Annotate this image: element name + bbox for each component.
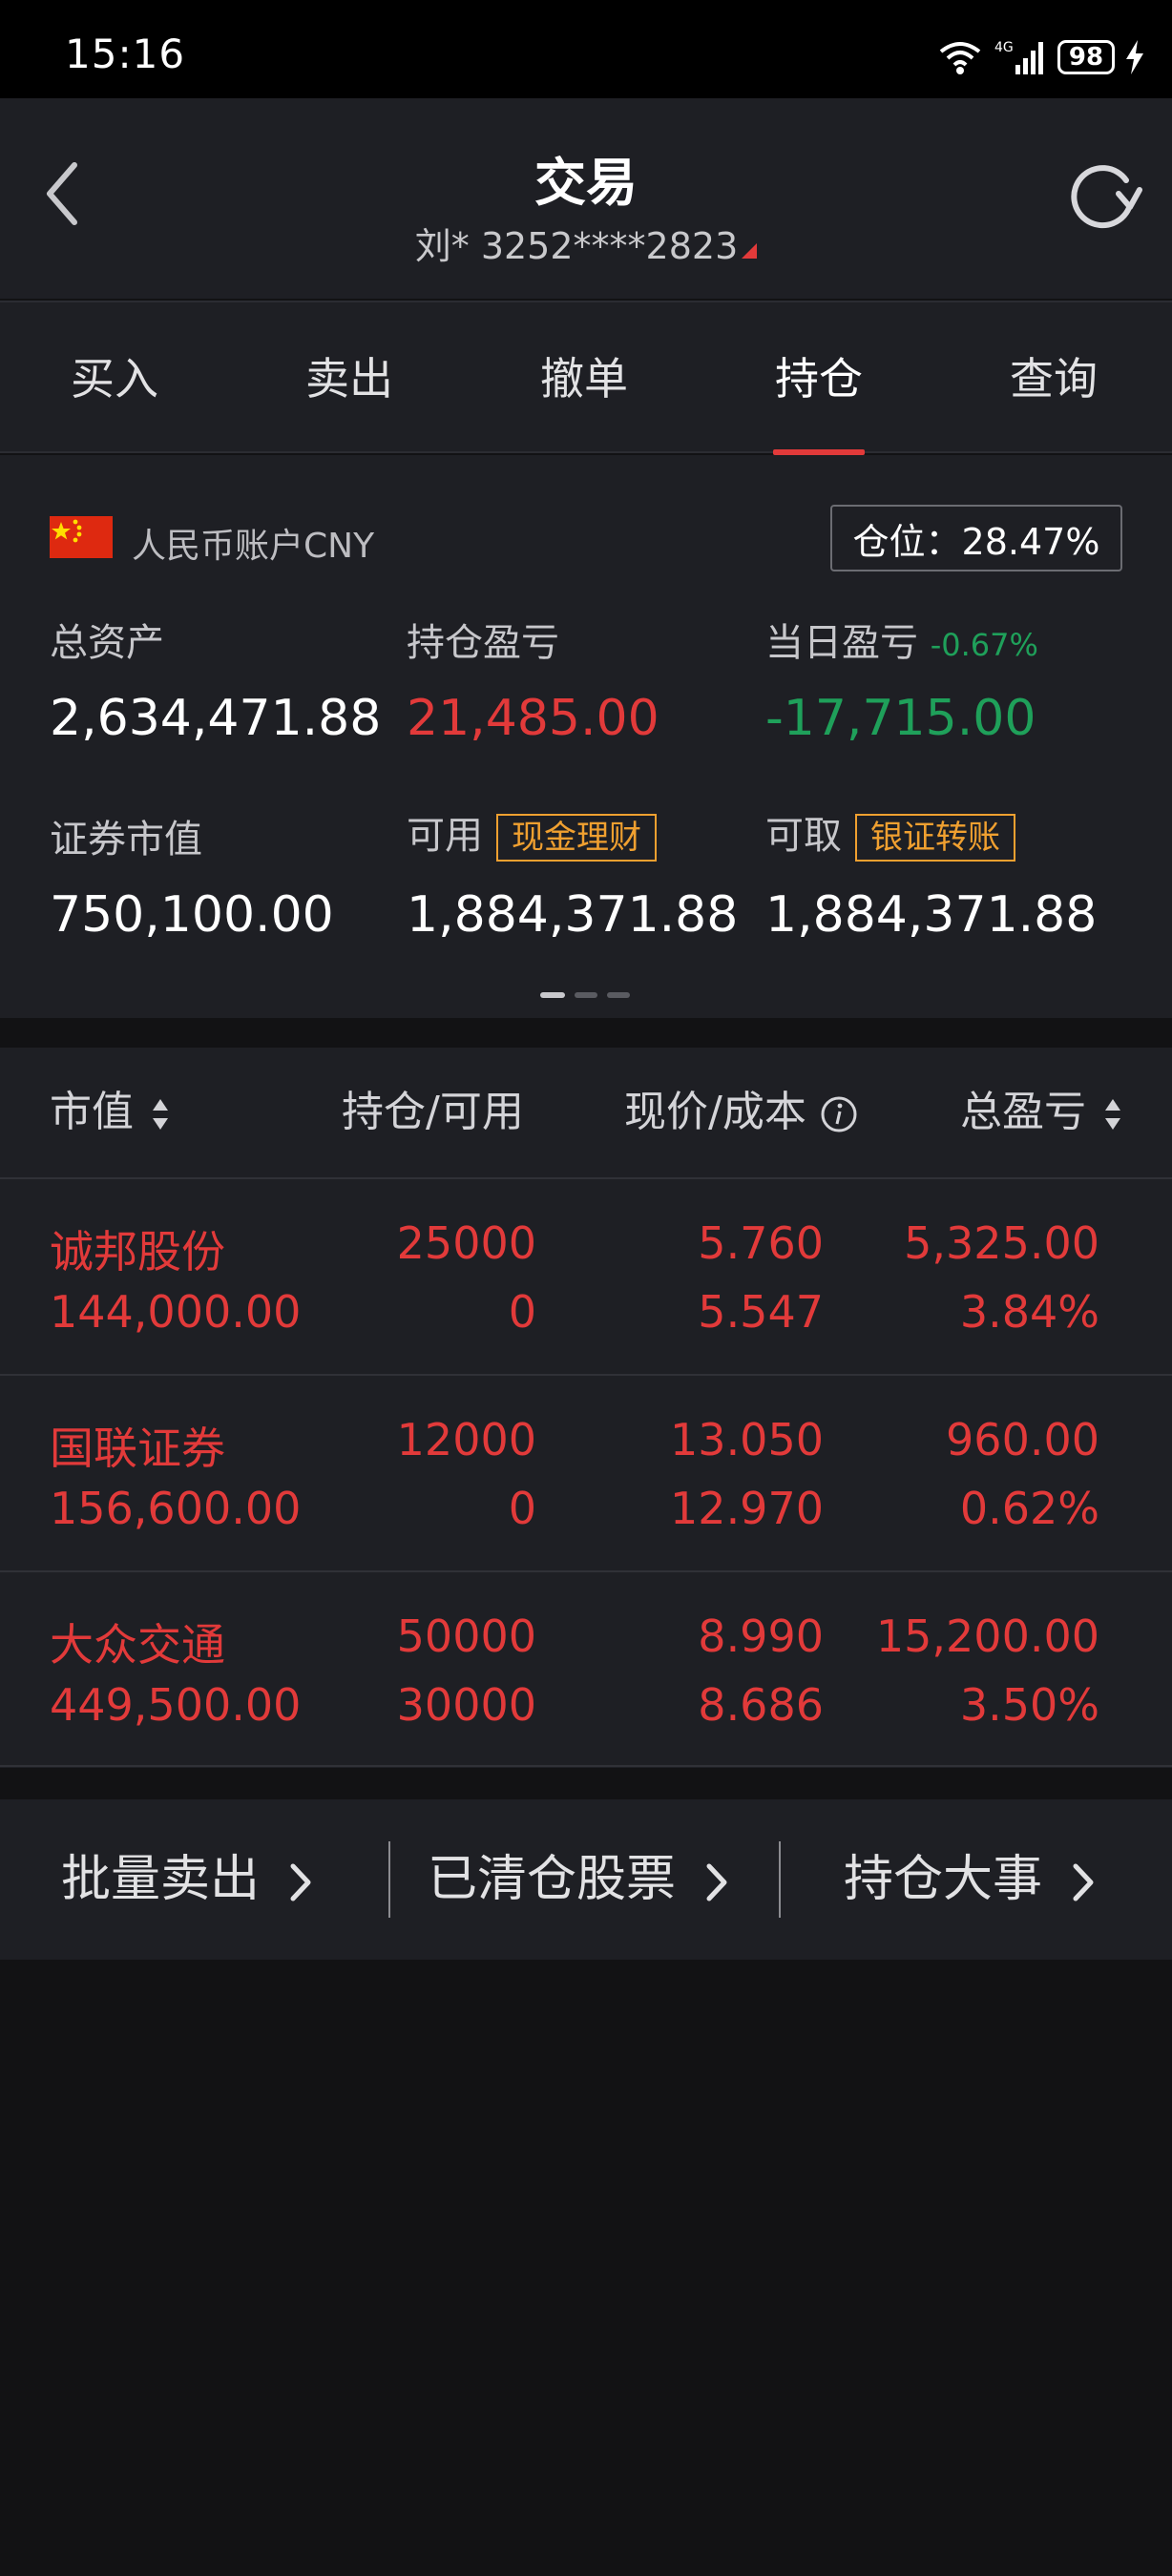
cleared-stocks-button[interactable]: 已清仓股票: [428, 1799, 736, 1960]
table-row[interactable]: 大众交通 449,500.00 50000 30000 8.990 8.686 …: [0, 1570, 1172, 1767]
tab-sell[interactable]: 卖出: [254, 302, 445, 455]
price-cost-header-label: 现价/成本: [624, 1088, 806, 1136]
total-pl-header-label: 总盈亏: [960, 1088, 1086, 1136]
holdings-table: 市值 持仓/可用 现价/成本 总盈亏 诚邦股份 144,000.00 25000…: [0, 1048, 1172, 1768]
daily-pl-value: -17,715.00: [765, 690, 1036, 747]
sort-icon: [1105, 1099, 1120, 1130]
divider: [388, 1841, 390, 1918]
tab-positions[interactable]: 持仓: [723, 302, 914, 455]
stock-available: 0: [508, 1286, 536, 1338]
chevron-right-icon: [1073, 1863, 1094, 1901]
total-assets-label: 总资产: [50, 621, 164, 665]
stock-market-value: 156,600.00: [50, 1483, 302, 1534]
stock-available: 30000: [396, 1679, 536, 1731]
stock-cost: 12.970: [670, 1483, 824, 1534]
info-icon[interactable]: [820, 1095, 858, 1133]
cellular-signal-icon: 4G: [994, 40, 1043, 74]
refresh-icon: [1071, 165, 1142, 229]
bottom-action-bar: 批量卖出 已清仓股票 持仓大事: [0, 1799, 1172, 1960]
stock-holding: 12000: [396, 1414, 536, 1465]
stock-name: 大众交通: [50, 1619, 225, 1671]
stock-market-value: 449,500.00: [50, 1679, 302, 1731]
status-icons: 4G 98: [937, 34, 1143, 80]
china-flag-icon: [50, 516, 113, 558]
daily-pl-percent: -0.67%: [930, 627, 1038, 663]
tab-buy[interactable]: 买入: [19, 302, 210, 455]
batch-sell-button[interactable]: 批量卖出: [61, 1799, 320, 1960]
stock-total-pl: 15,200.00: [875, 1610, 1099, 1662]
account-selector[interactable]: 刘* 3252****2823: [0, 217, 1172, 269]
tab-query[interactable]: 查询: [958, 302, 1149, 455]
stock-total-pl-percent: 3.84%: [959, 1286, 1099, 1338]
available-label: 可用: [407, 814, 483, 858]
page-title: 交易: [534, 153, 638, 213]
position-ratio-badge[interactable]: 仓位：28.47%: [830, 505, 1122, 571]
caret-down-icon: [742, 243, 758, 259]
stock-cost: 5.547: [698, 1286, 824, 1338]
refresh-button[interactable]: [1061, 156, 1143, 238]
cleared-stocks-label: 已清仓股票: [428, 1851, 677, 1908]
chevron-right-icon: [290, 1863, 311, 1901]
table-row[interactable]: 国联证券 156,600.00 12000 0 13.050 12.970 96…: [0, 1374, 1172, 1570]
table-row[interactable]: 诚邦股份 144,000.00 25000 0 5.760 5.547 5,32…: [0, 1177, 1172, 1374]
daily-pl-label: 当日盈亏: [765, 621, 918, 665]
page-indicator-dot: [607, 992, 630, 998]
market-value-label: 证券市值: [50, 818, 202, 862]
stock-available: 0: [508, 1483, 536, 1534]
tab-cancel-order[interactable]: 撤单: [489, 302, 680, 455]
stock-price: 5.760: [698, 1217, 824, 1269]
stock-holding: 25000: [396, 1217, 536, 1269]
status-bar: 15:16 4G 98: [0, 0, 1172, 98]
divider: [779, 1841, 781, 1918]
stock-total-pl: 960.00: [946, 1414, 1099, 1465]
withdrawable-value: 1,884,371.88: [765, 886, 1098, 944]
holding-events-button[interactable]: 持仓大事: [844, 1799, 1102, 1960]
market-value-header-label: 市值: [50, 1088, 134, 1136]
total-assets-value: 2,634,471.88: [50, 690, 382, 747]
account-summary-card: 人民币账户CNY 仓位：28.47% 总资产 2,634,471.88 持仓盈亏…: [0, 455, 1172, 1018]
svg-text:4G: 4G: [994, 40, 1014, 55]
stock-total-pl-percent: 0.62%: [959, 1483, 1099, 1534]
holding-pl-value: 21,485.00: [407, 690, 659, 747]
market-value-value: 750,100.00: [50, 886, 334, 944]
cash-management-button[interactable]: 现金理财: [496, 814, 657, 862]
page-indicator-active: [540, 992, 565, 998]
column-header-market-value[interactable]: 市值: [50, 1048, 170, 1177]
stock-market-value: 144,000.00: [50, 1286, 302, 1338]
page-indicator-dot: [575, 992, 597, 998]
stock-price: 13.050: [670, 1414, 824, 1465]
daily-pl-label-group: 当日盈亏 -0.67%: [765, 612, 1038, 667]
batch-sell-label: 批量卖出: [61, 1851, 261, 1908]
battery-icon: 98: [1057, 40, 1115, 74]
wifi-icon: [939, 42, 981, 74]
stock-total-pl: 5,325.00: [904, 1217, 1099, 1269]
stock-price: 8.990: [698, 1610, 824, 1662]
stock-name: 国联证券: [50, 1423, 225, 1474]
account-number: 刘* 3252****2823: [414, 225, 739, 267]
holding-events-label: 持仓大事: [844, 1851, 1043, 1908]
stock-cost: 8.686: [698, 1679, 824, 1731]
tab-bar: 买入 卖出 撤单 持仓 查询: [0, 301, 1172, 455]
bank-transfer-button[interactable]: 银证转账: [855, 814, 1015, 862]
status-time: 15:16: [65, 31, 186, 77]
column-header-price-cost[interactable]: 现价/成本: [624, 1048, 858, 1177]
chevron-right-icon: [706, 1863, 727, 1901]
sort-icon: [153, 1099, 168, 1130]
available-label-group: 可用 现金理财: [407, 804, 657, 862]
column-header-total-pl[interactable]: 总盈亏: [960, 1048, 1122, 1177]
withdrawable-label-group: 可取 银证转账: [765, 804, 1015, 862]
stock-holding: 50000: [396, 1610, 536, 1662]
tab-positions-label: 持仓: [775, 353, 863, 405]
column-header-holding-available: 持仓/可用: [342, 1088, 524, 1136]
header: 交易 刘* 3252****2823: [0, 98, 1172, 299]
account-currency-label: 人民币账户CNY: [132, 527, 375, 566]
holding-pl-label: 持仓盈亏: [407, 621, 559, 665]
stock-total-pl-percent: 3.50%: [959, 1679, 1099, 1731]
stock-name: 诚邦股份: [50, 1226, 225, 1278]
charging-icon: [1126, 40, 1143, 74]
available-value: 1,884,371.88: [407, 886, 739, 944]
withdrawable-label: 可取: [765, 814, 842, 858]
